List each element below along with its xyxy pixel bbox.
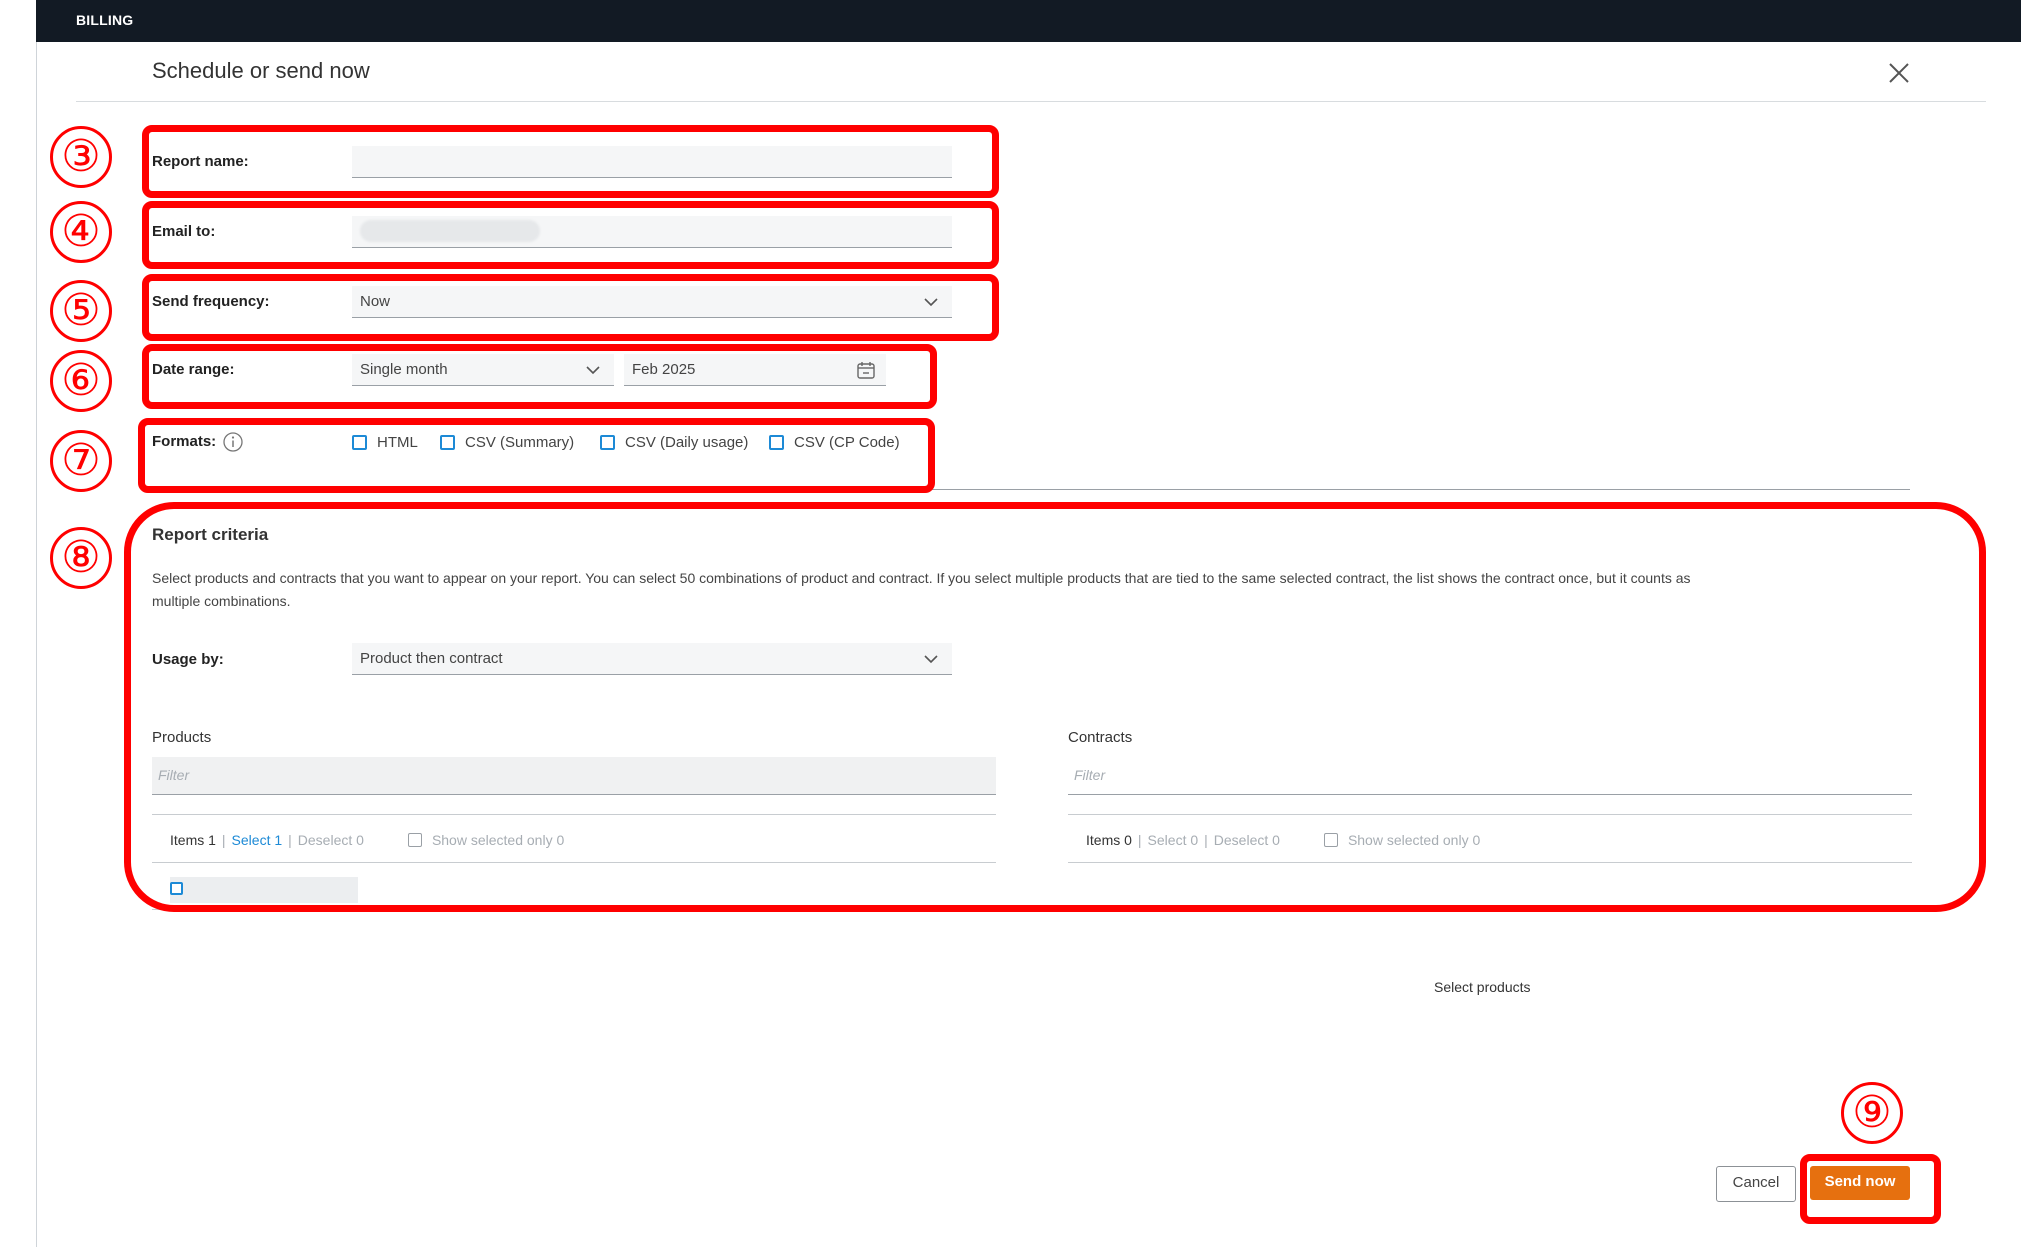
cancel-button[interactable]: Cancel	[1716, 1166, 1796, 1202]
annotation-marker-4: ④	[50, 201, 112, 263]
annotation-box-6	[142, 344, 937, 409]
top-bar: BILLING	[36, 0, 2021, 42]
section-label: BILLING	[76, 12, 134, 28]
annotation-marker-3: ③	[50, 126, 112, 188]
annotation-box-3	[142, 125, 999, 198]
close-button[interactable]	[1884, 58, 1914, 88]
dialog-title: Schedule or send now	[152, 58, 370, 83]
annotation-box-5	[142, 274, 999, 341]
contracts-empty-text: Select products	[1434, 979, 1531, 995]
annotation-box-9	[1800, 1154, 1941, 1224]
annotation-marker-8: ⑧	[50, 527, 112, 589]
annotation-marker-6: ⑥	[50, 350, 112, 412]
close-icon	[1889, 63, 1909, 83]
annotation-marker-5: ⑤	[50, 280, 112, 342]
left-border	[36, 42, 37, 1247]
annotation-marker-7: ⑦	[50, 430, 112, 492]
annotation-box-8	[124, 502, 1986, 912]
annotation-marker-9: ⑨	[1841, 1082, 1903, 1144]
annotation-box-7	[138, 418, 935, 493]
header-divider	[76, 101, 1986, 102]
annotation-box-4	[142, 201, 999, 269]
